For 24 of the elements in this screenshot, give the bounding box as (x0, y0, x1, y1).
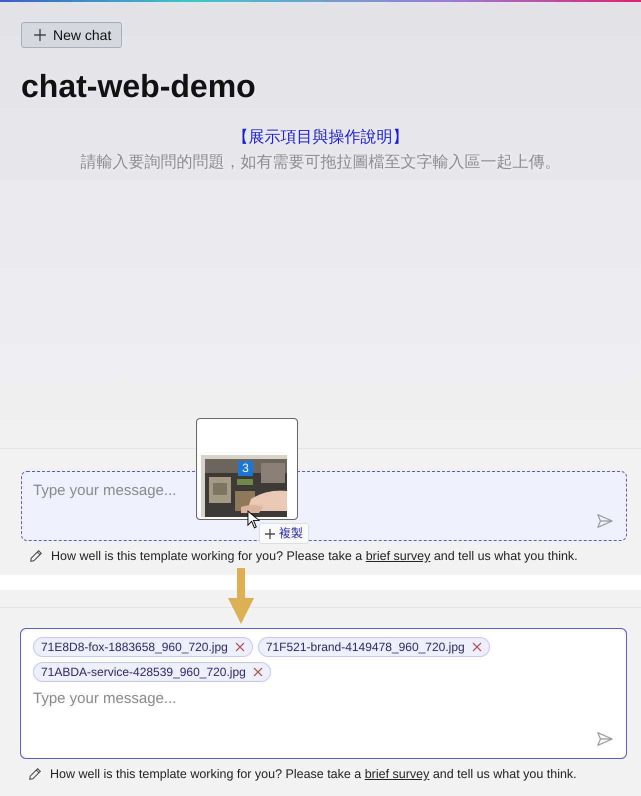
survey-prompt: How well is this template working for you? Please take a brief survey and tell us what you think. (50, 767, 577, 781)
close-icon[interactable] (234, 642, 245, 652)
intro-text: 請輸入要詢問的問題，如有需要可拖拉圖檔至文字輸入區一起上傳。 (80, 152, 560, 173)
attachment-chip[interactable]: 71ABDA-service-428539_960_720.jpg (33, 662, 271, 682)
close-icon[interactable] (472, 642, 482, 652)
pencil-icon (29, 549, 43, 563)
attachment-chip[interactable]: 71E8D8-fox-1883658_960_720.jpg (33, 637, 253, 657)
send-icon[interactable] (596, 512, 614, 530)
new-chat-button[interactable]: New chat (21, 22, 122, 48)
pencil-icon (28, 767, 42, 781)
arrow (228, 568, 254, 624)
survey-link[interactable]: brief survey (364, 767, 430, 781)
close-icon[interactable] (252, 667, 263, 677)
app-title: chat-web-demo (21, 68, 256, 105)
survey-prompt: How well is this template working for you? Please take a brief survey and tell us what you think. (51, 549, 578, 563)
send-icon[interactable] (596, 730, 614, 748)
drop-hint: 複製 (259, 523, 309, 544)
plus-icon (265, 528, 275, 538)
count-badge: 3 (238, 461, 253, 476)
survey-link[interactable]: brief survey (366, 549, 430, 563)
attachment-chip[interactable]: 71F521-brand-4149478_960_720.jpg (258, 637, 490, 657)
message-input[interactable]: 71E8D8-fox-1883658_960_720.jpg 71F521-brand-4149478_960_720.jpg 71ABDA-service-428539_960_720.jpg Type your message... (20, 628, 627, 759)
instructions-link[interactable]: 【展示項目與操作說明】 (232, 127, 408, 148)
plus-icon (34, 29, 46, 41)
